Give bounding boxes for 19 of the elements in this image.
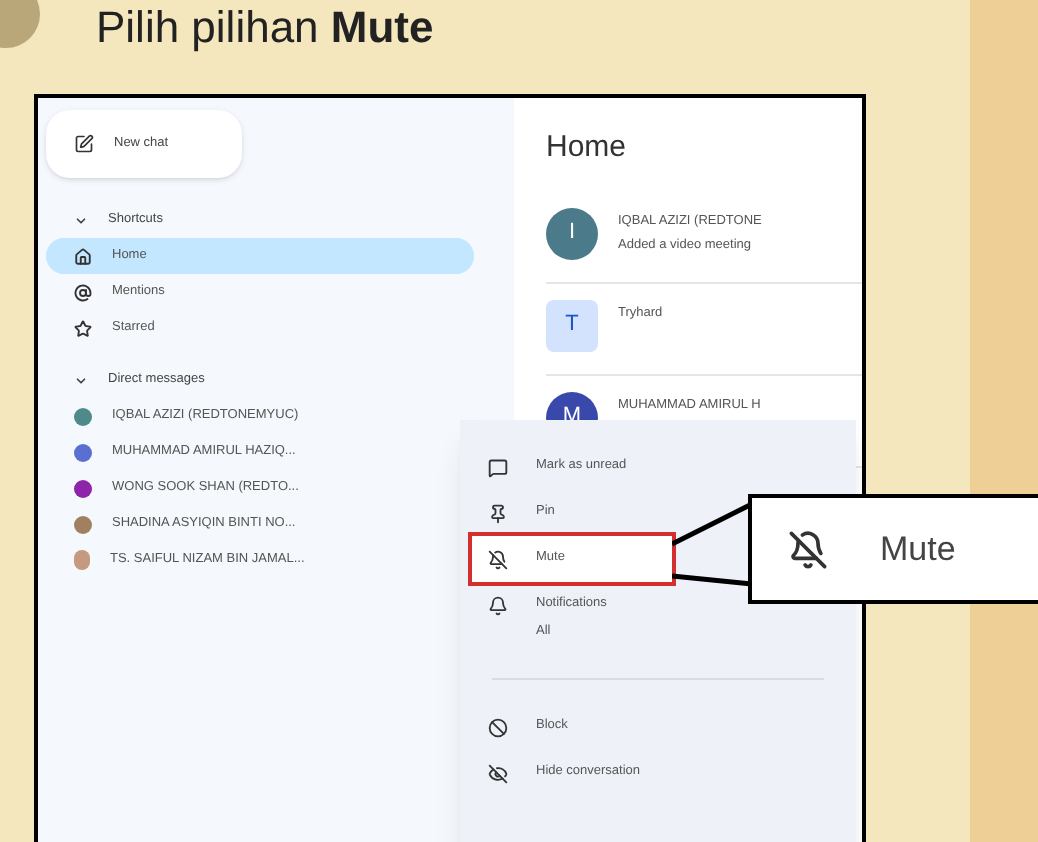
block-icon [488,717,508,737]
callout-label: Mute [880,527,956,572]
bell-icon [488,596,508,616]
instruction-title: Pilih pilihan Mute [96,6,434,50]
eye-off-icon [488,763,508,783]
page-title: Home [546,128,629,168]
avatar: I [546,207,598,259]
bell-off-icon [788,529,828,569]
bell-off-icon [488,550,508,570]
at-sign-icon [74,283,92,301]
chevron-icon [74,373,88,387]
home-icon [74,247,92,265]
new-chat-icon [74,134,94,154]
photo-placeholder [74,550,90,570]
avatar: T [546,299,598,351]
message-icon [488,458,508,478]
pin-icon [488,504,508,524]
chevron-icon [74,213,88,227]
star-icon [74,319,92,337]
